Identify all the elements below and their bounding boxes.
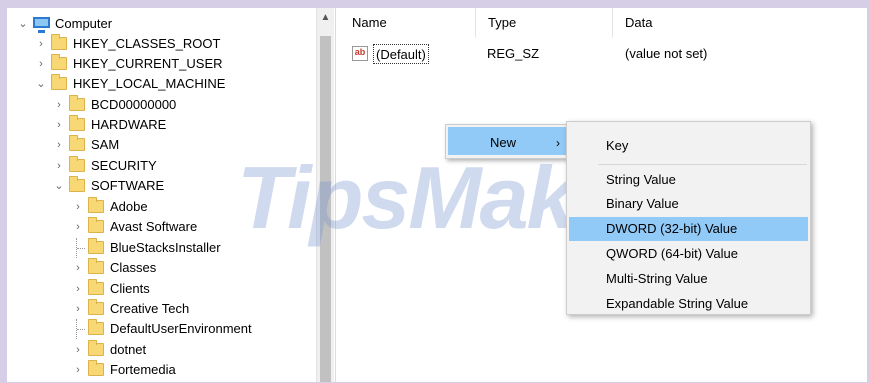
tree-node-label: DefaultUserEnvironment xyxy=(110,321,252,336)
menu-item-expandable-string-value[interactable]: Expandable String Value xyxy=(569,292,808,316)
menu-item-label: Expandable String Value xyxy=(606,296,749,311)
chevron-right-icon[interactable]: › xyxy=(72,340,84,360)
context-menu: New › xyxy=(445,124,571,159)
menu-item-label: Key xyxy=(606,138,629,153)
value-type: REG_SZ xyxy=(487,46,540,61)
tree-node-label: SOFTWARE xyxy=(91,178,165,193)
folder-icon xyxy=(69,176,85,192)
tree-node-label: HKEY_CLASSES_ROOT xyxy=(73,36,221,51)
tree-connector-line xyxy=(76,319,85,339)
value-data: (value not set) xyxy=(625,46,708,61)
chevron-right-icon[interactable]: › xyxy=(35,34,47,54)
menu-item-binary-value[interactable]: Binary Value xyxy=(569,192,808,216)
menu-item-label: String Value xyxy=(606,172,676,187)
chevron-down-icon[interactable]: ⌄ xyxy=(35,74,47,94)
new-submenu: Key String Value Binary Value DWORD (32-… xyxy=(566,121,811,315)
menu-item-label: QWORD (64-bit) Value xyxy=(606,246,738,261)
tree-node-label: SAM xyxy=(91,137,120,152)
tree-node-label: HKEY_CURRENT_USER xyxy=(73,56,223,71)
chevron-down-icon[interactable]: ⌄ xyxy=(53,176,65,196)
menu-item-qword-value[interactable]: QWORD (64-bit) Value xyxy=(569,242,808,266)
chevron-right-icon: › xyxy=(556,136,560,150)
tree-node-label: BlueStacksInstaller xyxy=(110,240,221,255)
tree-node-label: Classes xyxy=(110,260,157,275)
folder-icon xyxy=(51,54,67,70)
string-value-icon: ab xyxy=(352,46,368,61)
tree-node-label: Adobe xyxy=(110,199,148,214)
chevron-right-icon[interactable]: › xyxy=(72,258,84,278)
value-name: (Default) xyxy=(373,44,429,64)
folder-icon xyxy=(51,34,67,50)
folder-icon xyxy=(88,279,104,295)
chevron-down-icon[interactable]: ⌄ xyxy=(17,14,29,34)
folder-icon xyxy=(88,258,104,274)
chevron-right-icon[interactable]: › xyxy=(72,217,84,237)
folder-icon xyxy=(69,156,85,172)
chevron-right-icon[interactable]: › xyxy=(53,95,65,115)
scroll-up-arrow-icon[interactable]: ▲ xyxy=(317,12,334,23)
tree-vertical-scrollbar[interactable]: ▲ xyxy=(316,8,334,382)
menu-item-label: Multi-String Value xyxy=(606,271,708,286)
computer-icon xyxy=(33,17,50,33)
tree-node-label: Creative Tech xyxy=(110,301,190,316)
tree-node-label: Clients xyxy=(110,281,150,296)
menu-item-label: Binary Value xyxy=(606,196,679,211)
tree-connector-line xyxy=(76,238,85,258)
folder-icon xyxy=(69,95,85,111)
scrollbar-thumb[interactable] xyxy=(320,36,331,382)
folder-icon xyxy=(69,115,85,131)
tree-node-label: BCD00000000 xyxy=(91,97,177,112)
menu-item-string-value[interactable]: String Value xyxy=(569,168,808,192)
folder-icon xyxy=(88,319,104,335)
menu-item-label: DWORD (32-bit) Value xyxy=(606,221,738,236)
tree-node-label: Computer xyxy=(55,16,113,31)
tree-node-label: SECURITY xyxy=(91,158,157,173)
chevron-right-icon[interactable]: › xyxy=(35,54,47,74)
column-header-name[interactable]: Name xyxy=(340,8,475,38)
chevron-right-icon[interactable]: › xyxy=(72,299,84,319)
registry-tree: ⌄ Computer › HKEY_CLASSES_ROOT › HKEY_CU… xyxy=(17,14,317,382)
tree-node-label: dotnet xyxy=(110,342,147,357)
chevron-right-icon[interactable]: › xyxy=(53,156,65,176)
menu-item-multi-string-value[interactable]: Multi-String Value xyxy=(569,267,808,291)
folder-icon xyxy=(88,238,104,254)
folder-icon xyxy=(88,299,104,315)
column-header-data[interactable]: Data xyxy=(612,8,862,38)
folder-icon xyxy=(88,340,104,356)
chevron-right-icon[interactable]: › xyxy=(72,279,84,299)
menu-separator xyxy=(598,164,807,165)
registry-editor-window: ⌄ Computer › HKEY_CLASSES_ROOT › HKEY_CU… xyxy=(7,8,867,382)
column-header-type[interactable]: Type xyxy=(475,8,612,38)
chevron-right-icon[interactable]: › xyxy=(72,197,84,217)
tree-node-label: HARDWARE xyxy=(91,117,167,132)
chevron-right-icon[interactable]: › xyxy=(53,135,65,155)
menu-item-key[interactable]: Key xyxy=(569,134,808,158)
menu-item-label: New xyxy=(490,135,517,150)
chevron-right-icon[interactable]: › xyxy=(72,360,84,380)
folder-icon xyxy=(69,135,85,151)
menu-item-new[interactable]: New › xyxy=(448,127,568,155)
folder-icon xyxy=(88,217,104,233)
tree-node-label: Avast Software xyxy=(110,219,198,234)
folder-icon xyxy=(88,197,104,213)
tree-node-label: HKEY_LOCAL_MACHINE xyxy=(73,76,226,91)
menu-item-dword-value[interactable]: DWORD (32-bit) Value xyxy=(569,217,808,241)
chevron-right-icon[interactable]: › xyxy=(53,115,65,135)
tree-node-label: Fortemedia xyxy=(110,362,176,377)
folder-icon xyxy=(88,360,104,376)
folder-icon xyxy=(51,74,67,90)
